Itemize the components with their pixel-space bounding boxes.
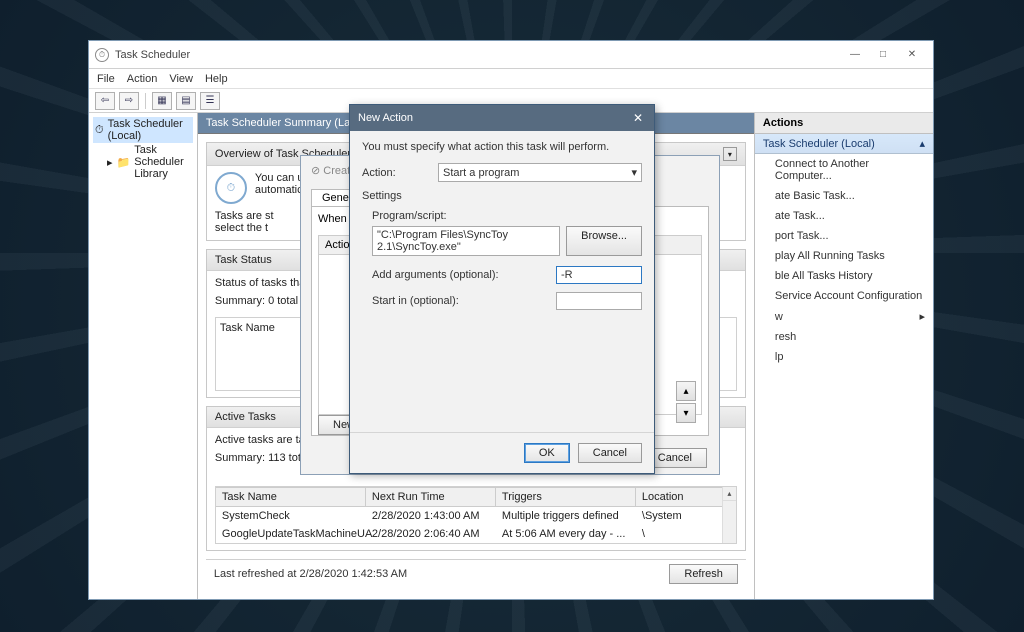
menu-help[interactable]: Help (205, 73, 228, 85)
window-controls: — □ ✕ (841, 45, 927, 65)
col-taskname[interactable]: Task Name (216, 488, 366, 506)
cell: Multiple triggers defined (496, 507, 636, 525)
dialog-title: New Action (358, 112, 413, 124)
action-service-account[interactable]: Service Account Configuration (755, 286, 933, 306)
ghost-icon: ⊘ (311, 165, 320, 177)
tasks-namecol: Task Name (220, 322, 275, 334)
titlebar[interactable]: ⏱ Task Scheduler — □ ✕ (89, 41, 933, 69)
startin-input[interactable] (556, 292, 642, 310)
table-header: Task Name Next Run Time Triggers Locatio… (216, 487, 736, 507)
action-select[interactable]: Start a program ▾ (438, 163, 642, 182)
action-refresh[interactable]: resh (755, 327, 933, 347)
cell: At 5:06 AM every day - ... (496, 525, 636, 543)
overview-line3: Tasks are st (215, 210, 274, 222)
status-title: Task Status (215, 254, 272, 266)
program-input[interactable]: "C:\Program Files\SyncToy 2.1\SyncToy.ex… (372, 226, 560, 256)
startin-label: Start in (optional): (372, 295, 550, 307)
action-selected: Start a program (443, 167, 519, 179)
tree-root[interactable]: ⏱ Task Scheduler (Local) (93, 117, 193, 143)
app-title: Task Scheduler (115, 49, 190, 61)
toolbar-icon-3[interactable]: ☰ (200, 92, 220, 110)
cell: \System (636, 507, 736, 525)
actions-pane: Actions Task Scheduler (Local) ▴ Connect … (754, 113, 933, 599)
actions-title: Actions (755, 113, 933, 134)
refresh-button[interactable]: Refresh (669, 564, 738, 584)
action-import-task[interactable]: port Task... (755, 226, 933, 246)
status-bar: Last refreshed at 2/28/2020 1:42:53 AM R… (206, 559, 746, 588)
active-listview[interactable]: Task Name Next Run Time Triggers Locatio… (215, 486, 737, 544)
program-label: Program/script: (372, 210, 642, 222)
cell: 2/28/2020 1:43:00 AM (366, 507, 496, 525)
folder-icon: 📁 (117, 156, 131, 169)
action-running-tasks[interactable]: play All Running Tasks (755, 246, 933, 266)
dialog-titlebar[interactable]: New Action ✕ (350, 105, 654, 131)
cell: GoogleUpdateTaskMachineUA (216, 525, 366, 543)
settings-label: Settings (362, 190, 642, 202)
minimize-button[interactable]: — (841, 45, 869, 65)
vscrollbar[interactable]: ▴ (722, 487, 736, 543)
forward-button[interactable]: ⇨ (119, 92, 139, 110)
action-label: Action: (362, 167, 432, 179)
back-button[interactable]: ⇦ (95, 92, 115, 110)
overview-line4: select the t (215, 222, 268, 234)
action-view-label: w (775, 311, 783, 323)
overview-line2: automatic (255, 184, 303, 196)
action-help[interactable]: lp (755, 347, 933, 367)
new-action-dialog: New Action ✕ You must specify what actio… (349, 104, 655, 474)
actions-section-label: Task Scheduler (Local) (763, 138, 875, 150)
app-icon: ⏱ (95, 48, 109, 62)
menu-file[interactable]: File (97, 73, 115, 85)
cell: \ (636, 525, 736, 543)
close-button[interactable]: ✕ (897, 45, 927, 65)
action-create-task[interactable]: ate Task... (755, 206, 933, 226)
action-history[interactable]: ble All Tasks History (755, 266, 933, 286)
browse-button[interactable]: Browse... (566, 226, 642, 256)
chevron-up-icon: ▴ (919, 137, 925, 150)
tree-pane[interactable]: ⏱ Task Scheduler (Local) ▸ 📁 Task Schedu… (89, 113, 198, 599)
col-location[interactable]: Location (636, 488, 736, 506)
tree-library[interactable]: ▸ 📁 Task Scheduler Library (105, 143, 193, 181)
menu-action[interactable]: Action (127, 73, 158, 85)
action-connect[interactable]: Connect to Another Computer... (755, 154, 933, 186)
divider (145, 93, 146, 109)
col-triggers[interactable]: Triggers (496, 488, 636, 506)
toolbar-icon-1[interactable]: ▦ (152, 92, 172, 110)
cell: SystemCheck (216, 507, 366, 525)
col-nextrun[interactable]: Next Run Time (366, 488, 496, 506)
table-row[interactable]: GoogleUpdateTaskMachineUA 2/28/2020 2:06… (216, 525, 736, 543)
clock-icon: ⏱ (95, 124, 104, 137)
chevron-down-icon: ▾ (631, 166, 637, 179)
expand-icon: ▸ (107, 156, 113, 169)
action-basic-task[interactable]: ate Basic Task... (755, 186, 933, 206)
last-refreshed-text: Last refreshed at 2/28/2020 1:42:53 AM (214, 568, 407, 580)
movedown-button[interactable]: ▾ (676, 403, 696, 423)
maximize-button[interactable]: □ (869, 45, 897, 65)
tree-library-label: Task Scheduler Library (134, 144, 191, 180)
collapse-icon[interactable]: ▾ (723, 147, 737, 161)
active-title: Active Tasks (215, 411, 276, 423)
args-label: Add arguments (optional): (372, 269, 550, 281)
toolbar-icon-2[interactable]: ▤ (176, 92, 196, 110)
close-icon[interactable]: ✕ (630, 110, 646, 126)
action-view[interactable]: w▸ (755, 306, 933, 327)
menubar: File Action View Help (89, 69, 933, 89)
chevron-right-icon: ▸ (919, 310, 925, 323)
scroll-up-icon[interactable]: ▴ (723, 487, 736, 501)
table-row[interactable]: SystemCheck 2/28/2020 1:43:00 AM Multipl… (216, 507, 736, 525)
clock-icon: ⏱ (215, 172, 247, 204)
cancel-button[interactable]: Cancel (578, 443, 642, 463)
ok-button[interactable]: OK (524, 443, 570, 463)
dialog-instruction: You must specify what action this task w… (362, 141, 642, 153)
tree-root-label: Task Scheduler (Local) (108, 118, 191, 142)
cell: 2/28/2020 2:06:40 AM (366, 525, 496, 543)
menu-view[interactable]: View (169, 73, 193, 85)
moveup-button[interactable]: ▴ (676, 381, 696, 401)
title-area: ⏱ Task Scheduler (95, 48, 841, 62)
actions-section[interactable]: Task Scheduler (Local) ▴ (755, 134, 933, 154)
arguments-input[interactable]: -R (556, 266, 642, 284)
